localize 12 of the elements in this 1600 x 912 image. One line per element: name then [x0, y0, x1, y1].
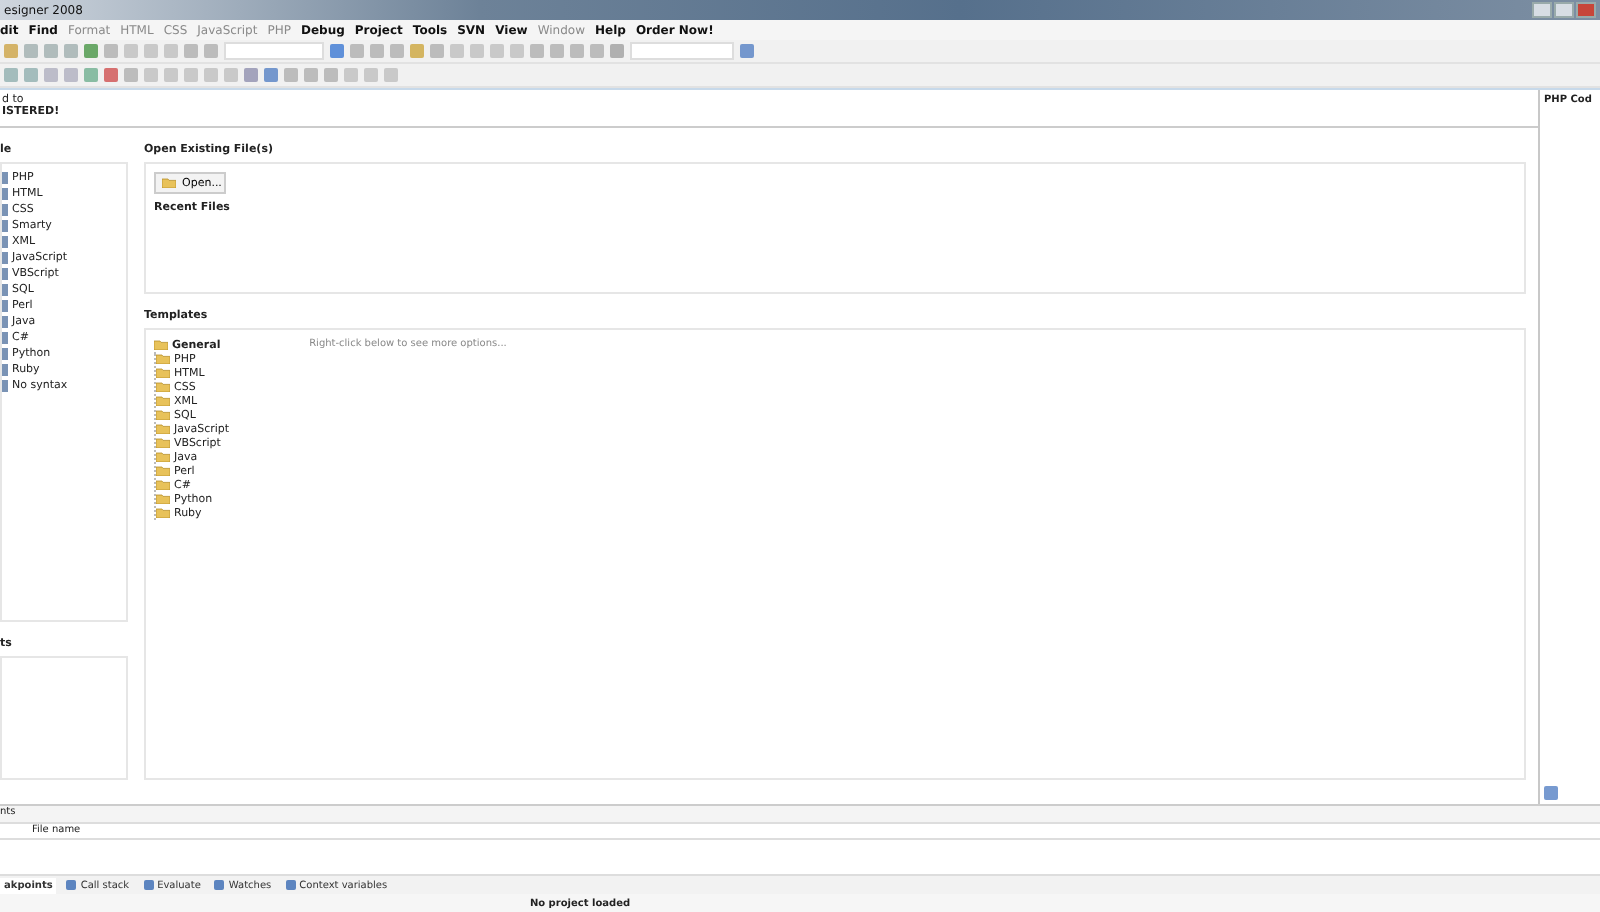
toolbar-icon[interactable] — [740, 44, 754, 58]
minimize-icon[interactable] — [1532, 2, 1552, 18]
tab-icon — [285, 880, 296, 890]
tab-icon — [66, 880, 77, 890]
maximize-icon[interactable] — [1554, 2, 1574, 18]
folder-icon — [162, 178, 176, 188]
toolbar-dropdown[interactable] — [630, 42, 734, 60]
panel-icon[interactable] — [1544, 786, 1558, 800]
tab-icon — [143, 880, 154, 890]
close-icon[interactable] — [1576, 2, 1596, 18]
toolbar-dropdown[interactable] — [224, 42, 324, 60]
tab-icon — [214, 880, 225, 890]
